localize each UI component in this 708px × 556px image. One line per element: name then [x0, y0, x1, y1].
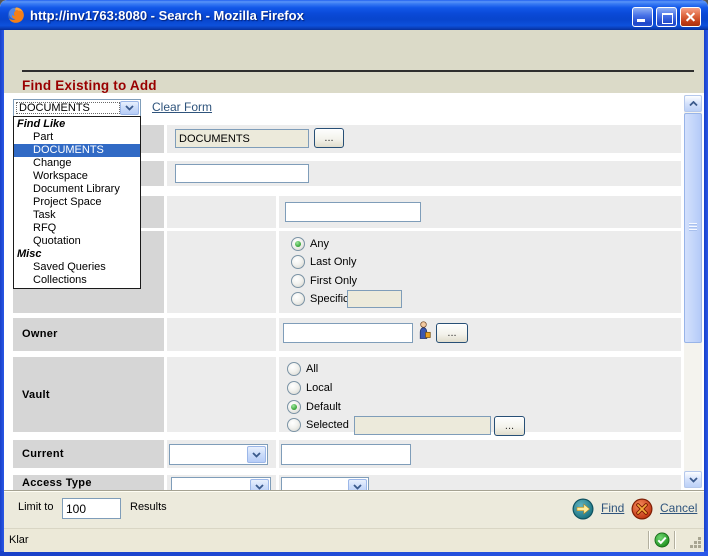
security-ok-icon[interactable]	[654, 532, 670, 548]
dropdown-item-documents[interactable]: DOCUMENTS	[14, 144, 140, 157]
status-bar: Klar	[4, 528, 704, 552]
type-browse-button[interactable]: ...	[314, 128, 344, 148]
radio-first-only[interactable]	[291, 274, 305, 288]
owner-operator-cell	[167, 318, 276, 351]
limit-label: Limit to	[18, 501, 53, 513]
scrollbar-up-button[interactable]	[684, 95, 702, 112]
revision-field[interactable]	[285, 202, 421, 222]
radio-first-only-label: First Only	[310, 275, 357, 287]
radio-vault-default[interactable]	[287, 400, 301, 414]
clear-form-link[interactable]: Clear Form	[152, 100, 212, 114]
resize-grip[interactable]	[688, 535, 702, 549]
row3-operator-cell	[167, 196, 276, 228]
radio-vault-default-label: Default	[306, 401, 341, 413]
dropdown-group-header: Find Like	[14, 118, 140, 131]
person-chooser-icon[interactable]	[416, 320, 431, 340]
dropdown-item-project-space[interactable]: Project Space	[14, 196, 140, 209]
radio-vault-local[interactable]	[287, 381, 301, 395]
dropdown-item-saved-queries[interactable]: Saved Queries	[14, 261, 140, 274]
window-border-right	[704, 30, 708, 556]
status-text: Klar	[9, 534, 29, 546]
access-type-label: Access Type	[22, 477, 92, 489]
radio-vault-local-label: Local	[306, 382, 332, 394]
current-operator-select[interactable]	[169, 444, 268, 465]
radio-specific-label: Specific	[310, 293, 349, 305]
cancel-link[interactable]: Cancel	[660, 501, 697, 515]
radio-last-only[interactable]	[291, 255, 305, 269]
radio-any[interactable]	[291, 237, 305, 251]
statusbar-separator	[648, 531, 650, 549]
specific-revision-field[interactable]	[347, 290, 402, 308]
radio-vault-selected-label: Selected	[306, 419, 349, 431]
statusbar-separator	[674, 531, 676, 549]
dropdown-item-rfq[interactable]: RFQ	[14, 222, 140, 235]
dropdown-item-workspace[interactable]: Workspace	[14, 170, 140, 183]
owner-label: Owner	[22, 328, 58, 340]
radio-specific[interactable]	[291, 292, 305, 306]
owner-browse-button[interactable]: ...	[436, 323, 468, 343]
radio-any-label: Any	[310, 238, 329, 250]
dropdown-item-task[interactable]: Task	[14, 209, 140, 222]
owner-field[interactable]	[283, 323, 413, 343]
page-title: Find Existing to Add	[22, 78, 157, 93]
vault-label: Vault	[22, 389, 50, 401]
radio-vault-selected[interactable]	[287, 418, 301, 432]
chevron-down-icon[interactable]	[247, 446, 266, 463]
dropdown-item-collections[interactable]: Collections	[14, 274, 140, 287]
scrollbar-thumb[interactable]	[684, 113, 702, 343]
radio-vault-all[interactable]	[287, 362, 301, 376]
vault-operator-cell	[167, 357, 276, 432]
minimize-icon	[637, 19, 645, 22]
scrollbar-down-button[interactable]	[684, 471, 702, 488]
chevron-down-icon[interactable]	[120, 101, 139, 115]
minimize-button[interactable]	[632, 7, 653, 27]
type-dropdown-list[interactable]: Find Like Part DOCUMENTS Change Workspac…	[13, 116, 141, 289]
current-field[interactable]	[281, 444, 411, 465]
current-label: Current	[22, 448, 64, 460]
radio-vault-all-label: All	[306, 363, 318, 375]
limit-input[interactable]	[62, 498, 121, 519]
find-icon[interactable]	[572, 498, 594, 520]
radio-last-only-label: Last Only	[310, 256, 356, 268]
title-bar[interactable]: http://inv1763:8080 - Search - Mozilla F…	[0, 0, 708, 30]
results-label: Results	[130, 501, 167, 513]
firefox-window: http://inv1763:8080 - Search - Mozilla F…	[0, 0, 708, 556]
maximize-button[interactable]	[656, 7, 677, 27]
find-link[interactable]: Find	[601, 501, 624, 515]
vertical-scrollbar[interactable]	[684, 95, 702, 488]
dropdown-item-quotation[interactable]: Quotation	[14, 235, 140, 248]
dropdown-item-document-library[interactable]: Document Library	[14, 183, 140, 196]
dropdown-group-header: Misc	[14, 248, 140, 261]
dropdown-item-change[interactable]: Change	[14, 157, 140, 170]
maximize-icon	[662, 13, 673, 24]
header-rule	[22, 70, 694, 72]
dropdown-item-part[interactable]: Part	[14, 131, 140, 144]
close-icon	[681, 8, 700, 26]
vault-browse-button[interactable]: ...	[494, 416, 525, 436]
cancel-icon[interactable]	[631, 498, 653, 520]
name-field[interactable]	[175, 164, 309, 183]
type-select-value: DOCUMENTS	[19, 102, 90, 114]
vault-selected-field[interactable]	[354, 416, 491, 435]
firefox-icon	[7, 6, 25, 24]
footer-bar: Limit to Results Find Canc	[4, 490, 704, 529]
type-field[interactable]	[175, 129, 309, 148]
row4-operator-cell	[167, 231, 276, 313]
page-header: Find Existing to Add	[4, 30, 704, 93]
window-title: http://inv1763:8080 - Search - Mozilla F…	[30, 8, 304, 23]
close-button[interactable]	[680, 7, 701, 27]
type-select[interactable]: DOCUMENTS	[13, 99, 141, 117]
